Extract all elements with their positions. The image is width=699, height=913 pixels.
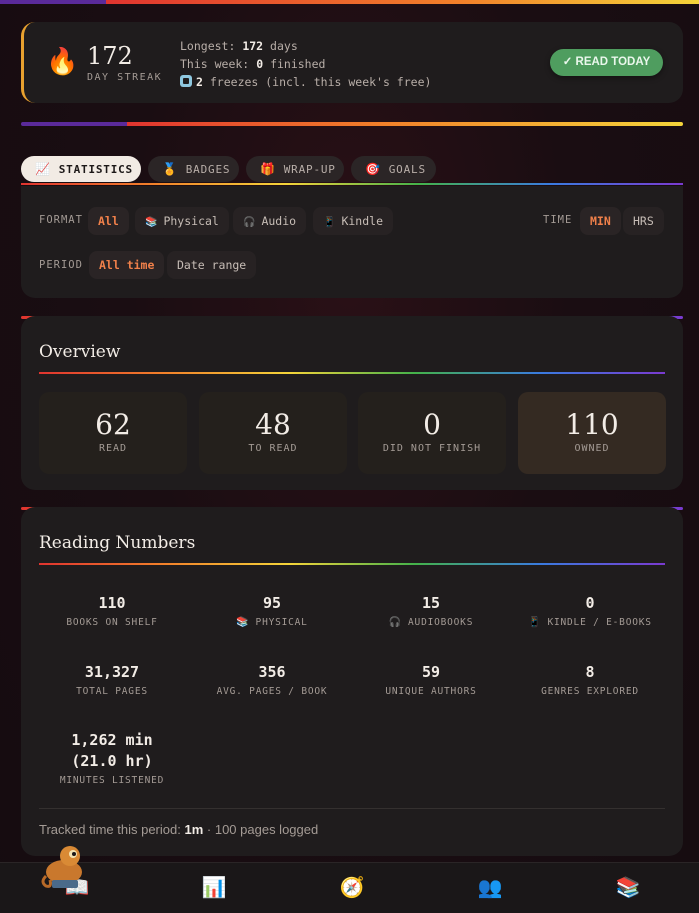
- numbers-divider: [39, 808, 665, 809]
- tab-statistics[interactable]: 📈 STATISTICS: [21, 156, 141, 182]
- period-all-time-option[interactable]: All time: [89, 251, 165, 279]
- kindle-icon: 📱: [528, 617, 542, 628]
- kindle-icon: 📱: [323, 217, 336, 228]
- tab-goals[interactable]: 🎯 GOALS: [351, 156, 436, 182]
- filter-panel: FORMAT All 📚 Physical 🎧 Audio 📱 Kindle TIME…: [21, 186, 683, 298]
- time-label: TIME: [543, 214, 573, 226]
- top-progress-bar: [0, 0, 699, 4]
- stat-physical: 95 📚 PHYSICAL: [236, 594, 308, 628]
- format-kindle-option[interactable]: 📱 Kindle: [313, 207, 393, 235]
- friends-icon[interactable]: 👥: [475, 873, 505, 901]
- flame-icon: 🔥: [46, 47, 79, 77]
- overview-read: 62 READ: [39, 392, 187, 474]
- target-icon: 🎯: [365, 162, 381, 176]
- headphones-icon: 🎧: [388, 617, 403, 628]
- streak-details: Longest: 172 days This week: 0 finished …: [180, 39, 432, 89]
- medal-icon: 🏅: [162, 162, 178, 176]
- overview-title: Overview: [39, 342, 121, 362]
- overview-card: Overview 62 READ 48 TO READ 0 DID NOT FINIS…: [21, 316, 683, 490]
- overview-did-not-finish: 0 DID NOT FINISH: [358, 392, 506, 474]
- read-today-button[interactable]: ✓ READ TODAY: [550, 49, 663, 76]
- stat-books-on-shelf: 110 BOOKS ON SHELF: [66, 594, 158, 628]
- headphones-icon: 🎧: [243, 217, 256, 228]
- streak-label: DAY STREAK: [87, 72, 163, 83]
- stat-unique-authors: 59 UNIQUE AUTHORS: [385, 663, 477, 697]
- format-label: FORMAT: [39, 214, 83, 226]
- format-audio-option[interactable]: 🎧 Audio: [233, 207, 307, 235]
- streak-card: 🔥 172 DAY STREAK Longest: 172 days This …: [21, 22, 683, 103]
- stat-audiobooks: 15 🎧 AUDIOBOOKS: [388, 594, 474, 628]
- chameleon-mascot-icon: [41, 846, 82, 888]
- tab-badges[interactable]: 🏅 BADGES: [148, 156, 239, 182]
- period-label: PERIOD: [39, 259, 83, 271]
- overview-owned: 110 OWNED: [518, 392, 666, 474]
- stat-minutes-listened: 1,262 min (21.0 hr) MINUTES LISTENED: [59, 731, 165, 786]
- tabs-rule: [21, 183, 683, 185]
- numbers-title: Reading Numbers: [39, 533, 196, 553]
- format-all-option[interactable]: All: [88, 207, 129, 235]
- bottom-nav: 📖 📊 🧭 👥 📚: [0, 862, 699, 913]
- chart-icon: 📈: [35, 162, 51, 176]
- books-icon: 📚: [145, 217, 158, 228]
- time-min-option[interactable]: MIN: [580, 207, 621, 235]
- tracked-time-text: Tracked time this period: 1m · 100 pages…: [39, 822, 319, 837]
- numbers-rule: [39, 563, 665, 565]
- compass-icon[interactable]: 🧭: [337, 873, 367, 901]
- reading-numbers-card: Reading Numbers 110 BOOKS ON SHELF 95 📚 PHY…: [21, 507, 683, 856]
- books-icon: 📚: [236, 617, 250, 628]
- format-physical-option[interactable]: 📚 Physical: [135, 207, 229, 235]
- overview-to-read: 48 TO READ: [199, 392, 347, 474]
- stat-kindle-ebooks: 0 📱 KINDLE / E-BOOKS: [528, 594, 652, 628]
- stats-icon[interactable]: 📊: [199, 873, 229, 901]
- stat-avg-pages: 356 AVG. PAGES / BOOK: [216, 663, 328, 697]
- streak-count: 172: [87, 42, 133, 70]
- overview-rule: [39, 372, 665, 374]
- stat-genres-explored: 8 GENRES EXPLORED: [541, 663, 639, 697]
- time-hrs-option[interactable]: HRS: [623, 207, 664, 235]
- section-divider: [21, 122, 683, 126]
- stat-total-pages: 31,327 TOTAL PAGES: [76, 663, 148, 697]
- gift-icon: 🎁: [260, 162, 276, 176]
- period-date-range-option[interactable]: Date range: [167, 251, 257, 279]
- library-icon[interactable]: 📚: [613, 873, 643, 901]
- freeze-icon: [180, 75, 192, 87]
- tab-wrap-up[interactable]: 🎁 WRAP-UP: [246, 156, 344, 182]
